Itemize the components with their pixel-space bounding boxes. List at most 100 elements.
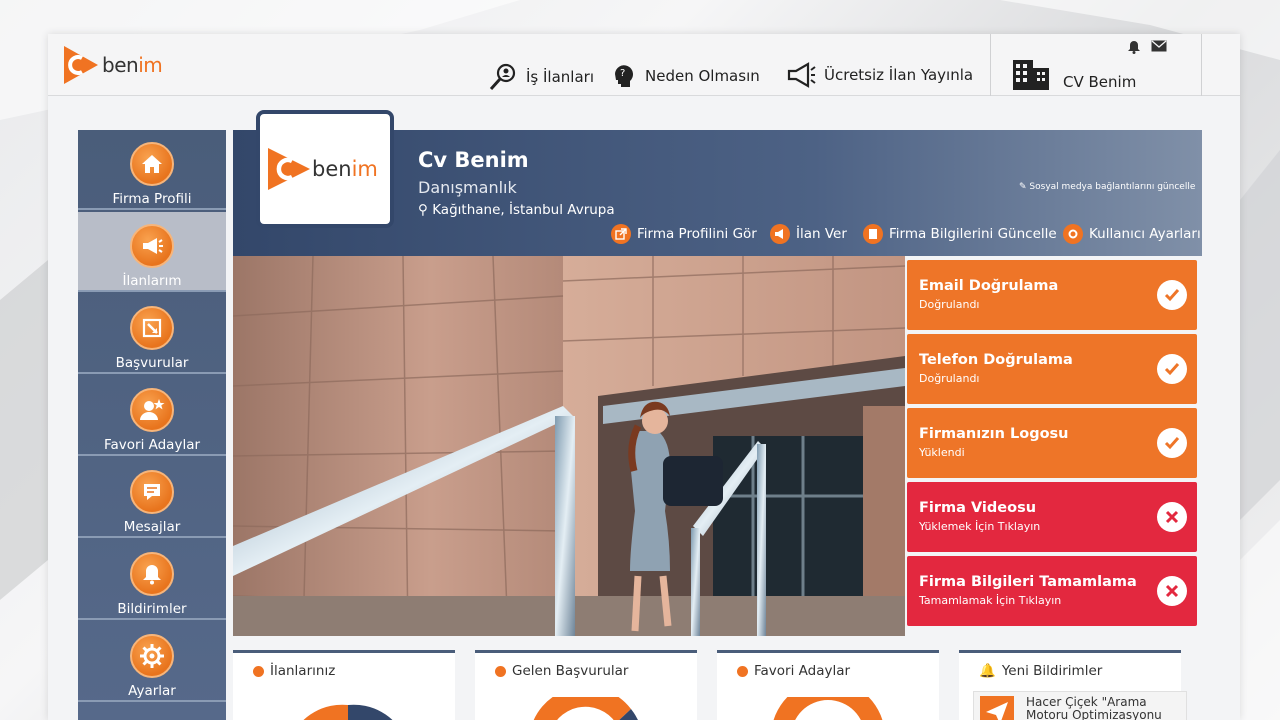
sidebar-item-ilanlarim[interactable]: İlanlarım — [78, 212, 226, 292]
sidebar-item-label: Mesajlar — [123, 519, 181, 535]
gear-icon — [1063, 224, 1083, 244]
nav-free-post-label: Ücretsiz İlan Yayınla — [824, 66, 974, 84]
sidebar-item-label: Favori Adaylar — [103, 437, 201, 453]
sidebar-item-favori-adaylar[interactable]: Favori Adaylar — [78, 376, 226, 456]
check-icon — [1157, 280, 1187, 310]
nav-why-not-label: Neden Olmasın — [645, 67, 760, 85]
sidebar-item-firma-profili[interactable]: Firma Profili — [78, 130, 226, 210]
widget-notifications-title: Yeni Bildirimler — [1001, 663, 1103, 679]
status-title: Firma Bilgileri Tamamlama — [919, 574, 1137, 590]
cv-benim-link[interactable]: CV Benim — [1063, 73, 1136, 91]
building-icon — [1013, 60, 1049, 90]
sidebar-item-label: Firma Profili — [112, 191, 192, 207]
status-subtitle: Doğrulandı — [919, 372, 980, 385]
status-title: Firmanızın Logosu — [919, 426, 1069, 442]
sidebar-item-basvurular[interactable]: Başvurular — [78, 294, 226, 374]
view-profile-label: Firma Profilini Gör — [637, 226, 757, 242]
sidebar-item-label: Başvurular — [115, 355, 189, 371]
app-window: benim İş İlanları ? Neden Olmasın Ücrets… — [48, 34, 1240, 720]
status-subtitle: Tamamlamak İçin Tıklayın — [919, 594, 1062, 607]
company-logo-card[interactable]: benim — [256, 110, 394, 228]
widget-ads: İlanlarınız — [233, 650, 455, 720]
status-title: Telefon Doğrulama — [919, 352, 1073, 368]
ads-donut-chart — [303, 704, 393, 720]
widget-ads-title: İlanlarınız — [270, 663, 336, 679]
status-subtitle: Doğrulandı — [919, 298, 980, 311]
search-person-icon — [489, 63, 516, 91]
nav-why-not[interactable]: ? Neden Olmasın — [611, 62, 760, 90]
megaphone-icon — [770, 224, 790, 244]
notification-text: Hacer Çiçek "Arama Motoru Optimizasyonu — [1026, 695, 1162, 720]
cvbenim-logo[interactable]: benim — [60, 44, 163, 86]
social-media-update-link[interactable]: ✎ Sosyal medya bağlantılarını güncelle — [1019, 182, 1195, 192]
logo-mark-icon — [64, 46, 98, 84]
bell-icon: 🔔 — [979, 663, 996, 679]
cover-photo-illustration — [233, 256, 905, 636]
sidebar-item-label: İlanlarım — [122, 273, 182, 289]
svg-text:?: ? — [620, 68, 625, 79]
external-link-icon — [611, 224, 631, 244]
user-settings-button[interactable]: Kullanıcı Ayarları — [1063, 224, 1201, 244]
apply-icon — [130, 306, 174, 350]
sidebar-item-bildirimler[interactable]: Bildirimler — [78, 540, 226, 620]
check-icon — [1157, 354, 1187, 384]
company-location: ⚲ Kağıthane, İstanbul Avrupa — [418, 202, 615, 218]
view-profile-button[interactable]: Firma Profilini Gör — [611, 224, 757, 244]
status-card-email[interactable]: Email Doğrulama Doğrulandı — [907, 260, 1197, 330]
send-icon — [980, 696, 1014, 720]
status-title: Email Doğrulama — [919, 278, 1059, 294]
widget-notifications: 🔔 Yeni Bildirimler Hacer Çiçek "Arama Mot… — [959, 650, 1187, 720]
pie-chart-icon — [495, 665, 506, 677]
close-icon — [1157, 502, 1187, 532]
status-card-phone[interactable]: Telefon Doğrulama Doğrulandı — [907, 334, 1197, 404]
pie-chart-icon — [253, 665, 264, 677]
sidebar-item-mesajlar[interactable]: Mesajlar — [78, 458, 226, 538]
sidebar-item-label: Bildirimler — [117, 601, 187, 617]
mail-icon[interactable] — [1151, 40, 1167, 52]
megaphone-icon — [787, 62, 816, 88]
company-name: Cv Benim — [418, 148, 529, 172]
map-pin-icon: ⚲ — [418, 202, 433, 218]
favorites-donut-chart — [773, 697, 883, 720]
cvbenim-account-area: CV Benim — [990, 34, 1202, 96]
pie-chart-icon — [737, 665, 748, 677]
update-company-info-label: Firma Bilgilerini Güncelle — [889, 226, 1057, 242]
nav-jobs-label: İş İlanları — [526, 68, 594, 86]
check-icon — [1157, 428, 1187, 458]
update-company-info-button[interactable]: Firma Bilgilerini Güncelle — [863, 224, 1057, 244]
bell-icon — [130, 552, 174, 596]
gear-icon — [130, 634, 174, 678]
nav-free-post[interactable]: Ücretsiz İlan Yayınla — [786, 62, 973, 88]
edit-icon: ✎ — [1019, 182, 1030, 192]
status-title: Firma Videosu — [919, 500, 1037, 516]
company-location-text: Kağıthane, İstanbul Avrupa — [432, 202, 615, 218]
close-icon — [1157, 576, 1187, 606]
company-cover-photo — [233, 256, 905, 636]
user-settings-label: Kullanıcı Ayarları — [1089, 226, 1201, 242]
status-card-video[interactable]: Firma Videosu Yüklemek İçin Tıklayın — [907, 482, 1197, 552]
widget-applications-title: Gelen Başvurular — [512, 663, 629, 679]
document-icon — [863, 224, 883, 244]
nav-jobs[interactable]: İş İlanları — [488, 62, 594, 92]
status-card-company-info[interactable]: Firma Bilgileri Tamamlama Tamamlamak İçi… — [907, 556, 1197, 626]
company-logo-icon: benim — [268, 148, 378, 190]
applications-donut-chart — [533, 697, 638, 720]
logo-wordmark: benim — [102, 53, 163, 77]
sidebar-item-ayarlar[interactable]: Ayarlar — [78, 622, 226, 702]
widget-applications: Gelen Başvurular — [475, 650, 697, 720]
company-type: Danışmanlık — [418, 178, 517, 197]
status-card-logo[interactable]: Firmanızın Logosu Yüklendi — [907, 408, 1197, 478]
bell-icon[interactable] — [1127, 40, 1141, 54]
message-icon — [130, 470, 174, 514]
head-question-icon: ? — [615, 65, 633, 87]
widget-favorites: Favori Adaylar — [717, 650, 939, 720]
post-job-button[interactable]: İlan Ver — [770, 224, 847, 244]
megaphone-icon — [130, 224, 174, 268]
top-navbar: benim İş İlanları ? Neden Olmasın Ücrets… — [48, 34, 1240, 96]
status-subtitle: Yüklemek İçin Tıklayın — [919, 520, 1041, 533]
home-icon — [130, 142, 174, 186]
notification-item[interactable]: Hacer Çiçek "Arama Motoru Optimizasyonu — [973, 691, 1187, 720]
widget-favorites-title: Favori Adaylar — [754, 663, 851, 679]
post-job-label: İlan Ver — [796, 226, 847, 242]
svg-text:benim: benim — [312, 157, 378, 181]
